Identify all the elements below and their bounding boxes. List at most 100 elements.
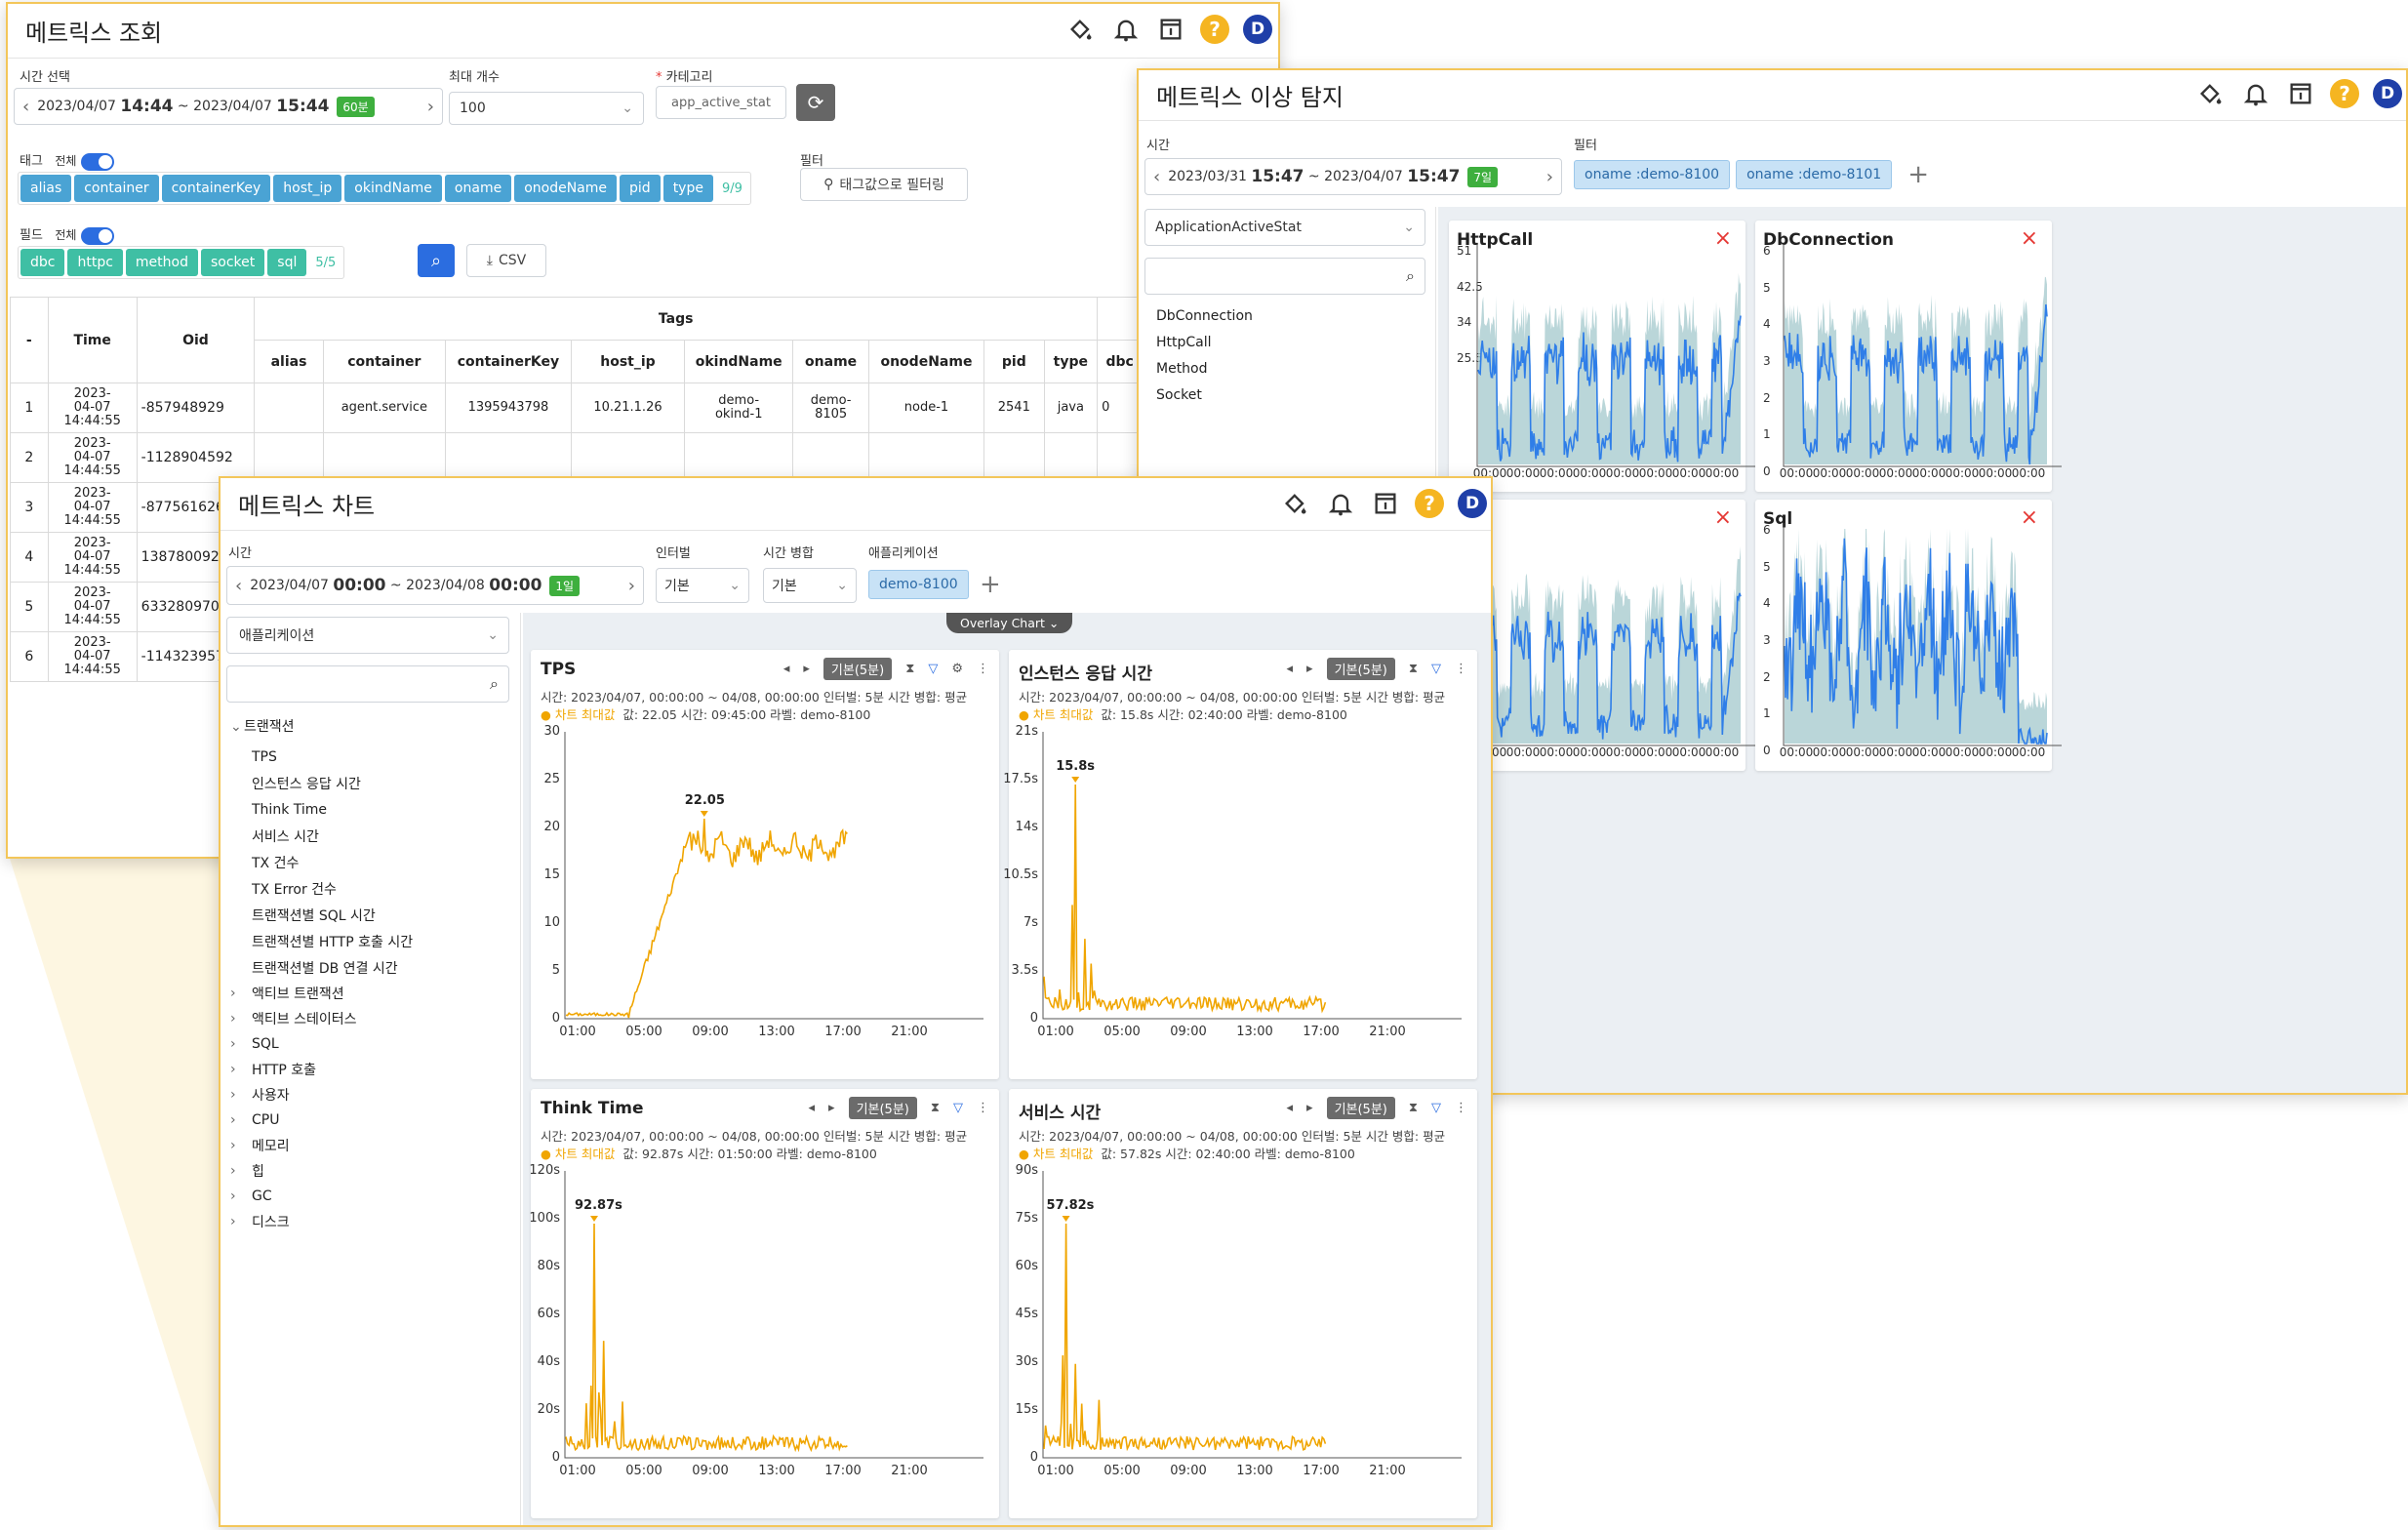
- interval-badge[interactable]: 기본(5분): [1326, 1097, 1395, 1119]
- anomaly-chart-plot[interactable]: [1474, 521, 1757, 751]
- tag-chip[interactable]: oname: [444, 175, 512, 202]
- paint-bucket-icon[interactable]: [2195, 78, 2227, 109]
- merge-select[interactable]: 기본 ⌄: [763, 568, 857, 603]
- info-panel-icon[interactable]: [1370, 488, 1401, 519]
- menu-item[interactable]: 트랜잭션별 SQL 시간: [230, 902, 413, 928]
- prev-arrow-icon[interactable]: ‹: [1145, 167, 1168, 187]
- tag-chip[interactable]: onodeName: [514, 175, 618, 202]
- max-count-select[interactable]: 100 ⌄: [449, 92, 644, 125]
- avatar[interactable]: D: [1243, 15, 1272, 44]
- field-chip[interactable]: socket: [201, 249, 265, 276]
- search-button[interactable]: ⌕: [418, 244, 455, 277]
- bell-icon[interactable]: [1325, 488, 1356, 519]
- paint-bucket-icon[interactable]: [1065, 14, 1097, 45]
- menu-item[interactable]: TX 건수: [230, 849, 413, 875]
- time-range-picker[interactable]: ‹ 2023/04/07 14:44 ~ 2023/04/07 15:44 60…: [14, 88, 443, 125]
- prev-icon[interactable]: ◂: [1287, 662, 1294, 676]
- app-select[interactable]: 애플리케이션 ⌄: [226, 617, 509, 654]
- anomaly-chart-plot[interactable]: [1781, 521, 2064, 751]
- filter-chip[interactable]: oname :demo-8101: [1736, 160, 1893, 189]
- filter-chip[interactable]: oname :demo-8100: [1574, 160, 1731, 189]
- info-panel-icon[interactable]: [2285, 78, 2316, 109]
- interval-badge[interactable]: 기본(5분): [848, 1097, 917, 1119]
- more-icon[interactable]: ⋮: [1455, 662, 1467, 676]
- menu-group-collapsed[interactable]: › 사용자: [230, 1082, 413, 1107]
- tag-chip[interactable]: pid: [620, 175, 661, 202]
- next-icon[interactable]: ▸: [1306, 662, 1313, 676]
- prev-arrow-icon[interactable]: ‹: [227, 576, 250, 596]
- metric-list-item[interactable]: Socket: [1156, 387, 1253, 414]
- menu-group-collapsed[interactable]: › 액티브 트랜잭션: [230, 981, 413, 1006]
- anomaly-chart-plot[interactable]: [1474, 242, 1757, 472]
- table-row[interactable]: 2 2023- 04-07 14:44:55 -1128904592: [10, 432, 1278, 483]
- table-row[interactable]: 1 2023- 04-07 14:44:55 -857948929 agent.servi…: [10, 382, 1278, 433]
- chart-plot[interactable]: [564, 732, 983, 1023]
- filter-icon[interactable]: ▽: [928, 662, 938, 676]
- refresh-button[interactable]: ⟳: [796, 84, 835, 121]
- next-arrow-icon[interactable]: ›: [420, 97, 442, 117]
- field-chip[interactable]: httpc: [67, 249, 123, 276]
- help-icon[interactable]: ?: [1200, 15, 1229, 44]
- field-chip[interactable]: sql: [267, 249, 307, 276]
- chart-plot[interactable]: [564, 1171, 983, 1462]
- add-filter-icon[interactable]: +: [1907, 160, 1929, 189]
- metric-list-item[interactable]: DbConnection: [1156, 308, 1253, 335]
- avatar[interactable]: D: [1458, 489, 1487, 518]
- menu-group-open[interactable]: ⌄ 트랜잭션: [230, 716, 413, 744]
- hourglass-icon[interactable]: ⧗: [905, 662, 914, 676]
- help-icon[interactable]: ?: [1415, 489, 1444, 518]
- tag-filter-button[interactable]: ⚲ 태그값으로 필터링: [800, 168, 968, 201]
- next-icon[interactable]: ▸: [803, 662, 810, 676]
- hourglass-icon[interactable]: ⧗: [1409, 662, 1418, 676]
- time-range-picker[interactable]: ‹ 2023/04/07 00:00 ~ 2023/04/08 00:00 1일…: [226, 566, 644, 605]
- more-icon[interactable]: ⋮: [977, 662, 989, 676]
- field-chip[interactable]: method: [125, 249, 198, 276]
- menu-group-collapsed[interactable]: › 디스크: [230, 1209, 413, 1234]
- field-chip[interactable]: dbc: [20, 249, 65, 276]
- hourglass-icon[interactable]: ⧗: [931, 1101, 940, 1115]
- tag-chip[interactable]: alias: [20, 175, 72, 202]
- next-icon[interactable]: ▸: [828, 1101, 835, 1115]
- filter-icon[interactable]: ▽: [1431, 662, 1441, 676]
- chart-plot[interactable]: [1042, 732, 1462, 1023]
- tag-chip[interactable]: container: [74, 175, 159, 202]
- filter-icon[interactable]: ▽: [953, 1101, 963, 1115]
- search-input[interactable]: ⌕: [1144, 258, 1425, 295]
- field-all-toggle[interactable]: [80, 226, 114, 245]
- menu-group-collapsed[interactable]: › 메모리: [230, 1133, 413, 1158]
- menu-group-collapsed[interactable]: › SQL: [230, 1031, 413, 1057]
- menu-group-collapsed[interactable]: › GC: [230, 1184, 413, 1209]
- tag-chip[interactable]: okindName: [344, 175, 442, 202]
- menu-group-collapsed[interactable]: › 힙: [230, 1158, 413, 1184]
- prev-icon[interactable]: ◂: [783, 662, 790, 676]
- metric-select[interactable]: ApplicationActiveStat ⌄: [1144, 209, 1425, 246]
- paint-bucket-icon[interactable]: [1280, 488, 1311, 519]
- menu-group-collapsed[interactable]: › CPU: [230, 1107, 413, 1133]
- metric-list-item[interactable]: HttpCall: [1156, 335, 1253, 361]
- menu-search-input[interactable]: ⌕: [226, 665, 509, 703]
- avatar[interactable]: D: [2373, 79, 2402, 108]
- interval-badge[interactable]: 기본(5분): [1326, 658, 1395, 680]
- prev-icon[interactable]: ◂: [809, 1101, 816, 1115]
- next-arrow-icon[interactable]: ›: [621, 576, 643, 596]
- help-icon[interactable]: ?: [2330, 79, 2359, 108]
- menu-group-collapsed[interactable]: › 액티브 스테이터스: [230, 1006, 413, 1031]
- prev-arrow-icon[interactable]: ‹: [15, 97, 37, 117]
- next-arrow-icon[interactable]: ›: [1539, 167, 1561, 187]
- menu-item[interactable]: TPS: [230, 744, 413, 770]
- chart-plot[interactable]: [1042, 1171, 1462, 1462]
- menu-group-collapsed[interactable]: › HTTP 호출: [230, 1057, 413, 1082]
- menu-item[interactable]: Think Time: [230, 796, 413, 823]
- bell-icon[interactable]: [2240, 78, 2271, 109]
- csv-button[interactable]: ⤓ CSV: [466, 244, 546, 277]
- metric-list-item[interactable]: Method: [1156, 361, 1253, 387]
- more-icon[interactable]: ⋮: [1455, 1101, 1467, 1115]
- more-icon[interactable]: ⋮: [977, 1101, 989, 1115]
- add-app-icon[interactable]: +: [980, 570, 1001, 599]
- tag-all-toggle[interactable]: [80, 152, 114, 171]
- anomaly-chart-plot[interactable]: [1781, 242, 2064, 472]
- prev-icon[interactable]: ◂: [1287, 1101, 1294, 1115]
- tag-chip[interactable]: host_ip: [273, 175, 342, 202]
- info-panel-icon[interactable]: [1155, 14, 1186, 45]
- hourglass-icon[interactable]: ⧗: [1409, 1101, 1418, 1115]
